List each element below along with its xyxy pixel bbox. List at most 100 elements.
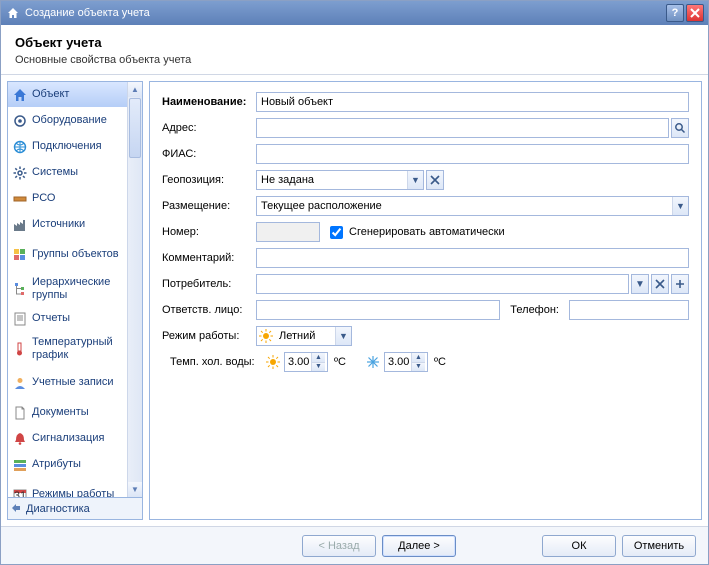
sidebar-item-11[interactable]: Документы xyxy=(8,400,127,426)
sidebar-item-1[interactable]: Оборудование xyxy=(8,108,127,134)
sidebar: Объект Оборудование Подключения Системы РСО И… xyxy=(7,81,143,520)
close-icon xyxy=(430,175,440,185)
temp-summer-value[interactable] xyxy=(285,356,311,368)
sidebar-item-label: Группы объектов xyxy=(32,248,119,260)
sidebar-item-14[interactable]: 31 Режимы работы xyxy=(8,478,127,497)
tempcold-label: Темп. хол. воды: xyxy=(162,356,264,368)
close-icon xyxy=(655,279,665,289)
dialog-window: Создание объекта учета ? Объект учета Ос… xyxy=(0,0,709,565)
calendar-icon: 31 xyxy=(12,487,28,498)
placement-label: Размещение: xyxy=(162,200,256,212)
sidebar-item-13[interactable]: Атрибуты xyxy=(8,452,127,478)
consumer-add-button[interactable] xyxy=(671,274,689,294)
sidebar-item-8[interactable]: Отчеты xyxy=(8,306,127,332)
scroll-up-button[interactable]: ▲ xyxy=(128,82,142,97)
placement-value: Текущее расположение xyxy=(257,200,672,212)
sidebar-item-label: Документы xyxy=(32,406,89,418)
scroll-track[interactable] xyxy=(128,159,142,482)
responsible-input[interactable] xyxy=(256,300,500,320)
group-icon xyxy=(12,247,28,263)
chevron-down-icon[interactable]: ▼ xyxy=(407,171,423,189)
ok-button[interactable]: ОК xyxy=(542,535,616,557)
number-label: Номер: xyxy=(162,226,256,238)
address-search-button[interactable] xyxy=(671,118,689,138)
phone-input[interactable] xyxy=(569,300,689,320)
spin-up-button[interactable]: ▲ xyxy=(412,353,425,363)
home-icon xyxy=(12,87,28,103)
sidebar-item-9[interactable]: Температурный график xyxy=(8,332,127,366)
sidebar-item-0[interactable]: Объект xyxy=(8,82,127,108)
address-input[interactable] xyxy=(256,118,669,138)
sidebar-item-2[interactable]: Подключения xyxy=(8,134,127,160)
chevron-down-icon xyxy=(12,504,22,514)
help-button[interactable]: ? xyxy=(666,4,684,22)
sidebar-item-label: Температурный график xyxy=(32,336,123,360)
sidebar-item-12[interactable]: Сигнализация xyxy=(8,426,127,452)
plus-icon xyxy=(675,279,685,289)
autogen-label: Сгенерировать автоматически xyxy=(349,226,505,238)
mode-label: Режим работы: xyxy=(162,330,256,342)
title-bar: Создание объекта учета ? xyxy=(1,1,708,25)
sidebar-item-label: Оборудование xyxy=(32,114,107,126)
consumer-label: Потребитель: xyxy=(162,278,256,290)
sidebar-item-4[interactable]: РСО xyxy=(8,186,127,212)
address-label: Адрес: xyxy=(162,122,256,134)
target-icon xyxy=(12,113,28,129)
cancel-button[interactable]: Отменить xyxy=(622,535,696,557)
geo-value: Не задана xyxy=(257,174,407,186)
spin-up-button[interactable]: ▲ xyxy=(312,353,325,363)
chevron-down-icon[interactable]: ▼ xyxy=(672,197,688,215)
temp-winter-value[interactable] xyxy=(385,356,411,368)
next-button[interactable]: Далее > xyxy=(382,535,456,557)
bell-icon xyxy=(12,431,28,447)
sidebar-item-3[interactable]: Системы xyxy=(8,160,127,186)
gear-icon xyxy=(12,165,28,181)
globe-icon xyxy=(12,139,28,155)
factory-icon xyxy=(12,217,28,233)
temp-summer-input[interactable]: ▲▼ xyxy=(284,352,328,372)
consumer-clear-button[interactable] xyxy=(651,274,669,294)
consumer-input[interactable] xyxy=(256,274,629,294)
fias-input[interactable] xyxy=(256,144,689,164)
sidebar-item-7[interactable]: Иерархические группы xyxy=(8,272,127,306)
sidebar-scrollbar[interactable]: ▲ ▼ xyxy=(127,82,142,497)
sidebar-item-label: Отчеты xyxy=(32,312,70,324)
placement-select[interactable]: Текущее расположение ▼ xyxy=(256,196,689,216)
sidebar-list: Объект Оборудование Подключения Системы РСО И… xyxy=(8,82,127,497)
thermo-icon xyxy=(12,341,28,357)
close-button[interactable] xyxy=(686,4,704,22)
sidebar-item-label: Сигнализация xyxy=(32,432,104,444)
sidebar-item-6[interactable]: Группы объектов xyxy=(8,238,127,272)
geo-clear-button[interactable] xyxy=(426,170,444,190)
comment-input[interactable] xyxy=(256,248,689,268)
scroll-down-button[interactable]: ▼ xyxy=(128,482,142,497)
sidebar-item-5[interactable]: Источники xyxy=(8,212,127,238)
doc-icon xyxy=(12,405,28,421)
temp-winter-input[interactable]: ▲▼ xyxy=(384,352,428,372)
sidebar-item-label: Объект xyxy=(32,88,69,100)
chevron-down-icon[interactable]: ▼ xyxy=(335,327,351,345)
sidebar-item-label: РСО xyxy=(32,192,55,204)
svg-text:31: 31 xyxy=(14,490,26,498)
autogen-checkbox[interactable] xyxy=(330,226,343,239)
footer: < Назад Далее > ОК Отменить xyxy=(1,526,708,564)
consumer-dropdown-button[interactable]: ▼ xyxy=(631,274,649,294)
spin-down-button[interactable]: ▼ xyxy=(412,363,425,372)
mode-select[interactable]: Летний ▼ xyxy=(256,326,352,346)
tree-icon xyxy=(12,281,28,297)
scroll-thumb[interactable] xyxy=(129,98,141,158)
home-icon xyxy=(5,5,21,21)
sidebar-item-label: Системы xyxy=(32,166,78,178)
sidebar-item-label: Режимы работы xyxy=(32,488,114,497)
spin-down-button[interactable]: ▼ xyxy=(312,363,325,372)
snowflake-icon xyxy=(364,353,382,371)
name-input[interactable] xyxy=(256,92,689,112)
header: Объект учета Основные свойства объекта у… xyxy=(1,25,708,75)
sidebar-footer-item[interactable]: Диагностика xyxy=(8,497,142,519)
sidebar-item-10[interactable]: Учетные записи xyxy=(8,366,127,400)
geo-select[interactable]: Не задана ▼ xyxy=(256,170,424,190)
fias-label: ФИАС: xyxy=(162,148,256,160)
responsible-label: Ответств. лицо: xyxy=(162,304,256,316)
sidebar-item-label: Атрибуты xyxy=(32,458,81,470)
form-panel: Наименование: Адрес: ФИАС: Геопозиция: xyxy=(149,81,702,520)
